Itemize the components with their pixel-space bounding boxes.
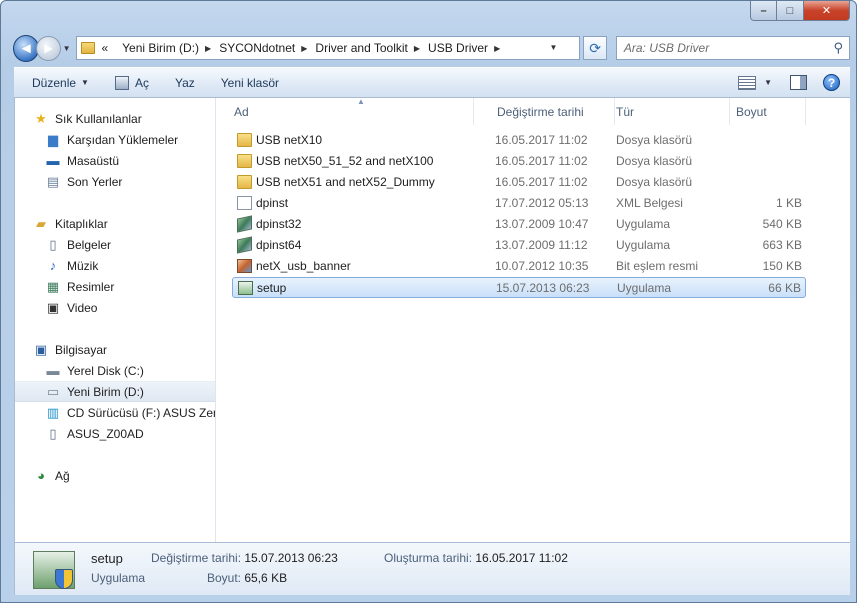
sidebar-item-documents[interactable]: ▯ Belgeler [15,234,215,255]
recent-places-icon: ▤ [46,173,60,189]
sidebar-item-asus-device[interactable]: ▯ ASUS_Z00AD [15,423,215,444]
application-icon [237,215,252,233]
file-row[interactable]: dpinst 17.07.2012 05:13 XML Belgesi 1 KB [232,193,806,214]
refresh-icon: ⟳ [589,39,602,56]
sidebar-item-music[interactable]: ♪ Müzik [15,255,215,276]
sidebar-item-recent-places[interactable]: ▤ Son Yerler [15,171,215,192]
caption-buttons: – □ ✕ [750,1,850,21]
maximize-button[interactable]: □ [777,1,804,21]
open-button[interactable]: Aç [114,75,149,90]
command-bar: Düzenle ▼ Aç Yaz Yeni klasör ▼ ? [14,67,850,98]
address-bar[interactable]: « Yeni Birim (D:) ▶ SYCONdotnet ▶ Driver a… [76,36,581,60]
downloads-folder-icon: ▆ [48,131,58,147]
search-placeholder: Ara: USB Driver [623,41,710,55]
network-icon: ◕ [37,468,45,483]
chevron-right-icon[interactable]: ▶ [494,44,500,53]
preview-pane-icon[interactable] [790,75,807,90]
breadcrumb-item[interactable]: SYCONdotnet ▶ [219,41,315,55]
navigation-bar: ◄ ► ▼ « Yeni Birim (D:) ▶ SYCONdotnet ▶ Dr… [13,33,850,63]
column-header-date[interactable]: Değiştirme tarihi [490,98,615,125]
file-row[interactable]: USB netX51 and netX52_Dummy 16.05.2017 1… [232,172,806,193]
main-area: ★ Sık Kullanılanlar ▆ Karşıdan Yüklemeler … [14,97,850,542]
details-pane: setup Uygulama Değiştirme tarihi: 15.07.… [14,542,850,595]
details-file-type: Uygulama [91,571,146,585]
sidebar-header-favorites[interactable]: ★ Sık Kullanılanlar [15,108,215,129]
setup-icon [238,281,253,295]
chevron-right-icon[interactable]: ▶ [414,44,420,53]
file-row[interactable]: netX_usb_banner 10.07.2012 10:35 Bit eşl… [232,256,806,277]
system-drive-icon: ▬ [46,363,60,378]
portable-device-icon: ▯ [49,425,57,441]
address-dropdown-icon[interactable]: ▼ [550,43,558,52]
chevron-right-icon[interactable]: ▶ [205,44,211,53]
sidebar-header-libraries[interactable]: ▰ Kitaplıklar [15,213,215,234]
folder-icon [237,154,252,168]
cd-drive-icon: ▥ [46,404,60,420]
sidebar-item-desktop[interactable]: ▬ Masaüstü [15,150,215,171]
folder-icon [237,175,252,189]
documents-icon: ▯ [49,236,57,252]
sidebar-item-downloads[interactable]: ▆ Karşıdan Yüklemeler [15,129,215,150]
sidebar-item-videos[interactable]: ▣ Video [15,297,215,318]
print-button[interactable]: Yaz [175,76,195,90]
column-header-type[interactable]: Tür [615,98,730,125]
details-modified: Değiştirme tarihi: 15.07.2013 06:23 [151,551,338,565]
organize-button[interactable]: Düzenle ▼ [32,76,89,90]
column-header-size[interactable]: Boyut [730,98,806,125]
breadcrumb-item[interactable]: Driver and Toolkit ▶ [315,41,428,55]
chevron-right-icon[interactable]: ▶ [301,44,307,53]
forward-button[interactable]: ► [36,35,61,61]
desktop-icon: ▬ [46,153,60,168]
sidebar-header-computer[interactable]: ▣ Bilgisayar [15,339,215,360]
chevron-down-icon: ▼ [81,78,89,87]
video-icon: ▣ [46,299,60,315]
music-icon: ♪ [49,258,57,273]
open-icon [114,75,129,90]
uac-shield-icon [55,569,73,589]
breadcrumb-item[interactable]: Yeni Birim (D:) ▶ [122,41,219,55]
xml-file-icon [237,196,252,210]
minimize-button[interactable]: – [750,1,777,21]
search-icon[interactable]: ⚲ [833,40,843,56]
sidebar-item-cd-drive-f[interactable]: ▥ CD Sürücüsü (F:) ASUS ZenU [15,402,215,423]
folder-icon [81,42,96,54]
details-created: Oluşturma tarihi: 16.05.2017 11:02 [384,551,568,565]
bitmap-icon [237,259,252,273]
view-controls: ▼ ? [738,74,840,91]
details-file-name: setup [91,551,123,566]
change-view-icon[interactable] [738,75,757,90]
sidebar-item-new-volume-d[interactable]: ▭ Yeni Birim (D:) [15,381,215,402]
application-icon [237,236,252,254]
navigation-pane[interactable]: ★ Sık Kullanılanlar ▆ Karşıdan Yüklemeler … [15,98,216,542]
sidebar-item-local-disk-c[interactable]: ▬ Yerel Disk (C:) [15,360,215,381]
details-size: Boyut: 65,6 KB [207,571,288,585]
help-icon[interactable]: ? [823,74,840,91]
pictures-icon: ▦ [46,278,60,294]
star-icon: ★ [35,110,47,126]
sort-ascending-icon: ▲ [357,97,365,106]
file-row[interactable]: USB netX50_51_52 and netX100 16.05.2017 … [232,151,806,172]
drive-icon: ▭ [46,383,60,399]
file-row-selected[interactable]: setup 15.07.2013 06:23 Uygulama 66 KB [232,277,806,298]
file-row[interactable]: dpinst32 13.07.2009 10:47 Uygulama 540 K… [232,214,806,235]
column-header-name[interactable]: ▲ Ad [217,97,474,125]
file-row[interactable]: dpinst64 13.07.2009 11:12 Uygulama 663 K… [232,235,806,256]
computer-icon: ▣ [34,341,48,357]
breadcrumb-overflow[interactable]: « [101,41,122,55]
recent-pages-dropdown[interactable]: ▼ [61,44,73,53]
file-row[interactable]: USB netX10 16.05.2017 11:02 Dosya klasör… [232,130,806,151]
view-options-dropdown[interactable]: ▼ [764,78,772,87]
folder-icon [237,133,252,147]
file-list[interactable]: ▲ Ad Değiştirme tarihi Tür Boyut USB net… [217,97,850,542]
refresh-button[interactable]: ⟳ [583,36,607,60]
libraries-icon: ▰ [36,215,46,231]
sidebar-item-pictures[interactable]: ▦ Resimler [15,276,215,297]
close-button[interactable]: ✕ [804,1,850,21]
breadcrumb-item[interactable]: USB Driver ▶ [428,41,508,55]
explorer-window: – □ ✕ ◄ ► ▼ « Yeni Birim (D:) ▶ SYCONdotn… [0,0,857,603]
sidebar-header-network[interactable]: ◕ Ağ [15,465,215,486]
new-folder-button[interactable]: Yeni klasör [221,76,279,90]
search-input[interactable]: Ara: USB Driver ⚲ [615,36,850,60]
